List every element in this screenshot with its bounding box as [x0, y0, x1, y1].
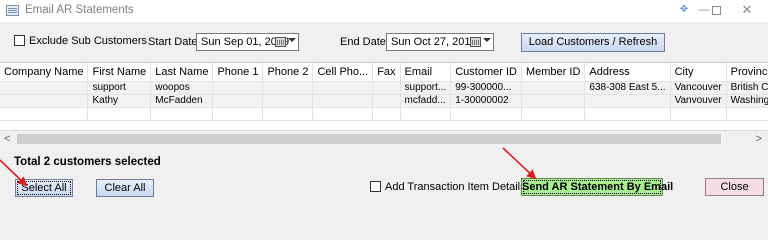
table-cell [584, 94, 671, 108]
table-cell [312, 107, 374, 121]
end-date-label: End Date: [340, 36, 389, 48]
column-header[interactable]: Company Name [0, 63, 89, 82]
table-cell: 99-300000... [450, 81, 522, 95]
table-cell [87, 107, 152, 121]
clear-all-button[interactable]: Clear All [96, 179, 154, 197]
close-button[interactable]: Close [705, 178, 764, 196]
table-cell [521, 94, 586, 108]
column-header[interactable]: Last Name [150, 63, 214, 82]
table-cell [584, 107, 671, 121]
table-cell [312, 94, 374, 108]
table-cell [212, 81, 264, 95]
table-cell: Kathy [87, 94, 152, 108]
table-cell [212, 107, 264, 121]
horizontal-scrollbar[interactable]: < > [0, 130, 768, 147]
table-cell: support... [400, 81, 452, 95]
column-header[interactable]: City [670, 63, 727, 82]
table-cell [372, 81, 401, 95]
column-header[interactable]: Email [400, 63, 452, 82]
end-date-value: Sun Oct 27, 2019 [391, 36, 477, 48]
title-bar: Email AR Statements ✥ — ✕ [0, 0, 768, 22]
window-title: Email AR Statements [25, 4, 134, 16]
table-cell: 1-30000002 [450, 94, 522, 108]
annotation-arrow-send [502, 147, 537, 180]
customer-table: Company Name First Name Last Name Phone … [0, 63, 768, 121]
table-cell [262, 94, 314, 108]
chevron-down-icon[interactable] [483, 38, 491, 42]
grid-header-row: Company Name First Name Last Name Phone … [0, 63, 768, 82]
table-cell: McFadden [150, 94, 214, 108]
chevron-down-icon[interactable] [288, 38, 296, 42]
table-cell [372, 107, 401, 121]
selection-summary: Total 2 customers selected [14, 156, 161, 168]
start-date-picker[interactable]: Sun Sep 01, 2019 [196, 33, 299, 51]
calendar-icon[interactable] [470, 37, 481, 47]
column-header[interactable]: Cell Pho... [312, 63, 374, 82]
add-transaction-details-checkbox[interactable] [370, 181, 381, 192]
column-header[interactable]: Customer ID [450, 63, 522, 82]
table-cell: 638-308 East 5... [584, 81, 671, 95]
scrollbar-thumb[interactable] [17, 134, 721, 144]
table-cell: Vanvouver [670, 94, 727, 108]
table-cell: support [87, 81, 152, 95]
customer-grid[interactable]: Company Name First Name Last Name Phone … [0, 62, 768, 130]
table-cell [450, 107, 522, 121]
select-all-button[interactable]: Select All [15, 179, 73, 197]
add-transaction-details-label: Add Transaction Item Details [385, 181, 526, 193]
table-row[interactable] [0, 107, 768, 121]
start-date-label: Start Date: [148, 36, 201, 48]
end-date-picker[interactable]: Sun Oct 27, 2019 [386, 33, 494, 51]
table-cell [521, 81, 586, 95]
table-cell [0, 107, 89, 121]
column-header[interactable]: Province/ [726, 63, 768, 82]
table-row[interactable]: support woopos support... 99-300000... 6… [0, 81, 768, 95]
table-cell [0, 94, 89, 108]
table-cell [400, 107, 452, 121]
close-window-button[interactable]: ✕ [727, 0, 767, 22]
exclude-sub-customers-checkbox[interactable] [14, 35, 25, 46]
table-cell: woopos [150, 81, 214, 95]
exclude-sub-customers-label: Exclude Sub Customers [29, 35, 147, 47]
calendar-icon[interactable] [275, 37, 286, 47]
table-cell: British Colu [726, 81, 768, 95]
table-cell [0, 81, 89, 95]
column-header[interactable]: Phone 1 [212, 63, 264, 82]
table-cell [262, 81, 314, 95]
maximize-icon [711, 5, 721, 15]
column-header[interactable]: First Name [87, 63, 152, 82]
scroll-left-icon[interactable]: < [4, 133, 10, 145]
table-cell: mcfadd... [400, 94, 452, 108]
column-header[interactable]: Address [584, 63, 671, 82]
scroll-right-icon[interactable]: > [756, 133, 762, 145]
table-cell: Washingto [726, 94, 768, 108]
column-header[interactable]: Fax [372, 63, 401, 82]
column-header[interactable]: Member ID [521, 63, 586, 82]
table-cell [150, 107, 214, 121]
table-cell [372, 94, 401, 108]
table-cell [262, 107, 314, 121]
table-cell [212, 94, 264, 108]
column-header[interactable]: Phone 2 [262, 63, 314, 82]
table-cell [312, 81, 374, 95]
table-cell [521, 107, 586, 121]
table-cell [670, 107, 727, 121]
app-window-icon [6, 5, 19, 16]
send-ar-statement-button[interactable]: Send AR Statement By Email [521, 178, 673, 196]
load-customers-button[interactable]: Load Customers / Refresh [521, 33, 665, 52]
table-row[interactable]: Kathy McFadden mcfadd... 1-30000002 Vanv… [0, 94, 768, 108]
table-cell: Vancouver [670, 81, 727, 95]
table-cell [726, 107, 768, 121]
